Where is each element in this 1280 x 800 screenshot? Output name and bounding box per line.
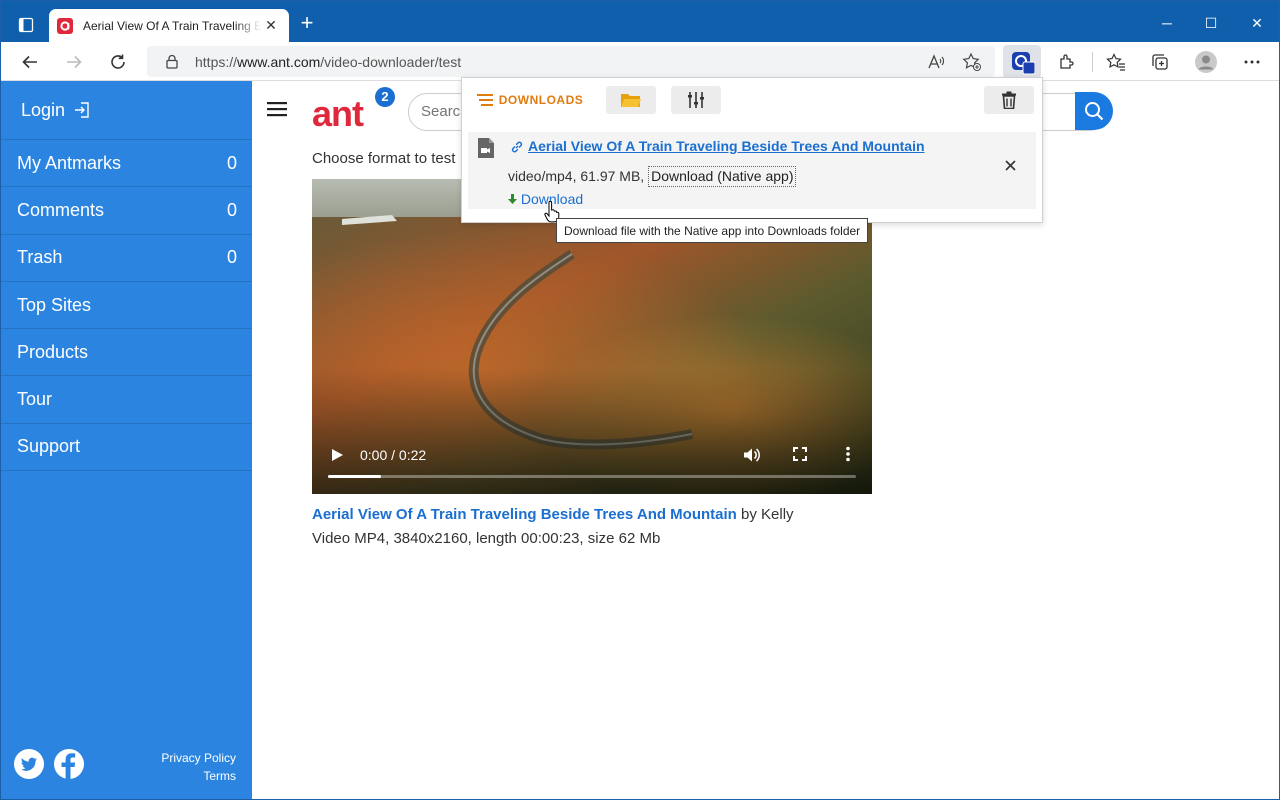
sidebar-item-label: My Antmarks <box>17 152 122 173</box>
video-title-link[interactable]: Aerial View Of A Train Traveling Beside … <box>312 506 737 523</box>
video-controls: 0:00 / 0:22 <box>312 424 872 494</box>
link-icon <box>511 141 523 153</box>
remove-item-icon[interactable] <box>1005 160 1016 171</box>
sidebar-item-label: Support <box>17 436 81 457</box>
privacy-policy-link[interactable]: Privacy Policy <box>161 749 236 767</box>
sidebar-item-label: Comments <box>17 199 105 220</box>
sidebar-item-label: Top Sites <box>17 294 92 315</box>
footer-links: Privacy Policy Terms <box>161 749 236 785</box>
trash-icon <box>1002 91 1016 109</box>
tab-title: Aerial View Of A Train Traveling Beside … <box>83 18 261 33</box>
volume-icon[interactable] <box>742 446 760 464</box>
file-type-size: video/mp4, 61.97 MB, <box>508 168 649 184</box>
collections-icon[interactable] <box>1147 49 1173 75</box>
download-tooltip: Download file with the Native app into D… <box>556 218 869 243</box>
sidebar-item-label: Products <box>17 341 89 362</box>
tab-actions-button[interactable] <box>9 9 43 41</box>
downloads-label: DOWNLOADS <box>498 93 584 107</box>
ant-extension-button[interactable]: 1 <box>1003 45 1041 78</box>
new-tab-icon[interactable]: + <box>297 12 317 34</box>
browser-window: Aerial View Of A Train Traveling Beside … <box>0 0 1280 800</box>
sidebar-item-label: Tour <box>17 389 53 410</box>
sidebar-item-count: 0 <box>226 199 237 220</box>
fullscreen-icon[interactable] <box>793 447 807 461</box>
social-links <box>13 748 85 780</box>
sidebar-item-trash[interactable]: Trash 0 <box>1 235 252 282</box>
native-app-option[interactable]: Download (Native app) <box>648 166 797 187</box>
login-link[interactable]: Login <box>1 81 252 140</box>
maximize-icon[interactable]: ☐ <box>1201 13 1221 33</box>
video-author: by Kelly <box>736 506 794 523</box>
sidebar: Login My Antmarks 0 Comments 0 Trash 0 Top … <box>1 81 252 799</box>
downloads-list-icon <box>476 94 493 106</box>
clear-downloads-button[interactable] <box>984 86 1034 114</box>
logo-text: ant <box>312 93 364 134</box>
more-options-icon[interactable] <box>845 446 851 462</box>
settings-button[interactable] <box>671 86 721 114</box>
download-item: Aerial View Of A Train Traveling Beside … <box>468 132 1036 209</box>
ant-extension-icon <box>1012 51 1035 74</box>
profile-avatar-icon[interactable] <box>1193 49 1219 75</box>
sidebar-item-count: 0 <box>226 247 237 268</box>
back-icon[interactable] <box>17 49 43 75</box>
browser-toolbar: https://www.ant.com/video-downloader/tes… <box>1 42 1279 81</box>
toolbar-divider <box>1092 52 1093 72</box>
facebook-icon[interactable] <box>53 748 85 780</box>
video-description: Aerial View Of A Train Traveling Beside … <box>312 503 872 551</box>
play-icon[interactable] <box>330 448 344 462</box>
download-arrow-icon <box>508 194 517 204</box>
folder-icon <box>621 94 641 107</box>
twitter-icon[interactable] <box>13 748 45 780</box>
search-icon <box>1085 102 1104 121</box>
more-menu-icon[interactable] <box>1239 49 1265 75</box>
lock-icon <box>166 54 178 69</box>
forward-icon[interactable] <box>61 49 87 75</box>
logo-badge: 2 <box>375 87 395 107</box>
sidebar-item-products[interactable]: Products <box>1 329 252 377</box>
sidebar-item-my-antmarks[interactable]: My Antmarks 0 <box>1 140 252 188</box>
url-text: https://www.ant.com/video-downloader/tes… <box>195 54 462 70</box>
refresh-icon[interactable] <box>105 49 131 75</box>
video-file-icon <box>478 138 494 158</box>
sidebar-item-count: 0 <box>226 152 237 173</box>
active-tab[interactable]: Aerial View Of A Train Traveling Beside … <box>49 9 289 42</box>
favorites-icon[interactable] <box>1103 49 1129 75</box>
sidebar-item-tour[interactable]: Tour <box>1 376 252 424</box>
hamburger-menu-icon[interactable] <box>267 101 287 117</box>
sidebar-item-comments[interactable]: Comments 0 <box>1 187 252 235</box>
download-item-title[interactable]: Aerial View Of A Train Traveling Beside … <box>528 138 925 154</box>
tab-actions-icon <box>18 17 34 33</box>
login-icon <box>75 102 89 118</box>
downloads-tab[interactable]: DOWNLOADS <box>472 86 588 114</box>
download-item-meta: video/mp4, 61.97 MB, Download (Native ap… <box>508 166 797 187</box>
login-label: Login <box>21 99 66 120</box>
video-info: Video MP4, 3840x2160, length 00:00:23, s… <box>312 530 661 547</box>
minimize-icon[interactable]: ─ <box>1157 13 1177 33</box>
sliders-icon <box>688 92 704 108</box>
ant-favicon-icon <box>57 17 73 34</box>
video-time: 0:00 / 0:22 <box>360 447 427 463</box>
sidebar-item-support[interactable]: Support <box>1 424 252 472</box>
title-bar: Aerial View Of A Train Traveling Beside … <box>1 1 1279 42</box>
read-aloud-icon[interactable] <box>927 53 945 71</box>
sidebar-item-label: Trash <box>17 247 63 268</box>
choose-format-text: Choose format to test <box>312 150 456 167</box>
address-bar[interactable]: https://www.ant.com/video-downloader/tes… <box>147 46 995 77</box>
close-window-icon[interactable]: ✕ <box>1247 13 1267 33</box>
video-progress-fill <box>328 475 381 478</box>
open-folder-button[interactable] <box>606 86 656 114</box>
search-button[interactable] <box>1075 92 1113 130</box>
extensions-icon[interactable] <box>1054 49 1080 75</box>
tab-close-icon[interactable]: ✕ <box>261 17 281 34</box>
sidebar-item-top-sites[interactable]: Top Sites <box>1 282 252 330</box>
video-progress-track[interactable] <box>328 475 856 478</box>
favorite-add-icon[interactable] <box>962 52 982 72</box>
terms-link[interactable]: Terms <box>161 767 236 785</box>
